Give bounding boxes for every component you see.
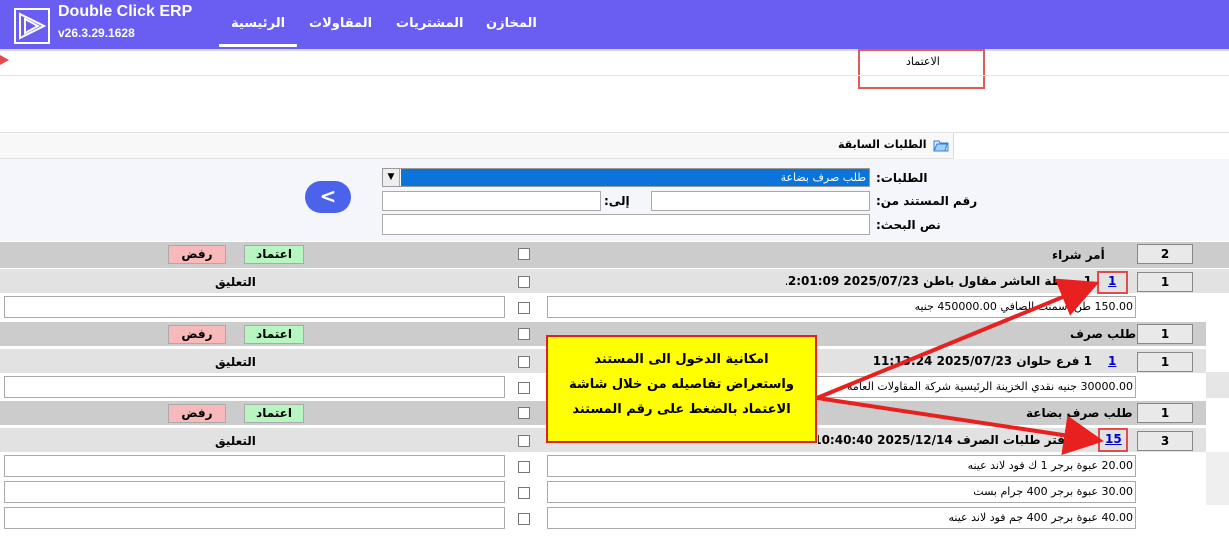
callout-line-1: امكانية الدخول الى المستند: [594, 352, 769, 367]
callout-line-2: واستعراض تفاصيله من خلال شاشة: [569, 377, 794, 392]
annotation-arrows: [816, 278, 1104, 456]
callout-line-3: الاعتماد بالضغط على رقم المستند: [572, 402, 791, 417]
